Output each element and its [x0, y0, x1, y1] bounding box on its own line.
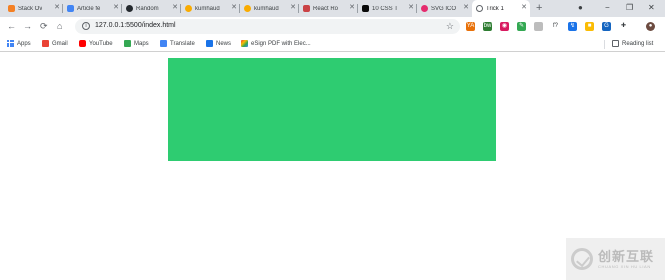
react-router-icon [303, 5, 310, 12]
ext-puzzle-icon[interactable]: ✚ [619, 22, 628, 31]
tab-close-icon[interactable]: ✕ [172, 4, 178, 12]
tab-label: SVG ICO [431, 5, 457, 12]
reload-button[interactable]: ⟳ [40, 21, 48, 31]
tab-react-router[interactable]: React Ro ✕ [299, 0, 358, 17]
gmail-icon [42, 40, 49, 47]
tab-close-icon[interactable]: ✕ [349, 4, 355, 12]
back-button[interactable]: ← [7, 21, 16, 31]
bookmark-apps[interactable]: Apps [7, 40, 31, 47]
bookmark-label: YouTube [89, 40, 113, 47]
maximize-button[interactable]: ❐ [626, 3, 633, 13]
tab-close-icon[interactable]: ✕ [408, 4, 414, 12]
tab-label: React Ro [313, 5, 339, 12]
ext-multicolor-icon[interactable]: ■ [585, 22, 594, 31]
ext-bw-icon[interactable]: bw [483, 22, 492, 31]
translate-icon [160, 40, 167, 47]
tab-close-icon[interactable]: ✕ [231, 4, 237, 12]
ext-orange-icon[interactable]: YA [466, 22, 475, 31]
tab-stack-overflow[interactable]: Stack Ov ✕ [4, 0, 63, 17]
tab-strip: Stack Ov ✕ Article fe ✕ Random ✕ kumhaud… [0, 0, 665, 17]
reading-list-label: Reading list [622, 40, 654, 47]
green-box [168, 58, 496, 161]
emoji-icon [185, 5, 192, 12]
tab-label: Random [136, 5, 159, 12]
tab-kumhaud-2[interactable]: kumhaud ✕ [240, 0, 299, 17]
tab-article[interactable]: Article fe ✕ [63, 0, 122, 17]
home-button[interactable]: ⌂ [57, 21, 62, 31]
tab-label: kumhaud [254, 5, 279, 12]
reading-list-icon [612, 40, 619, 47]
tab-label: Trick 1 [486, 5, 504, 12]
bookmark-label: Gmail [52, 40, 68, 47]
ext-green-icon[interactable]: ✎ [517, 22, 526, 31]
site-info-icon[interactable]: i [82, 22, 90, 30]
browser-toolbar: ← → ⟳ ⌂ i 127.0.0.1:5500/index.html ☆ YA… [0, 17, 665, 36]
tab-label: 10 CSS T [372, 5, 398, 12]
tab-close-icon[interactable]: ✕ [521, 4, 527, 12]
bookmark-label: eSign PDF with Elec... [251, 40, 311, 47]
tab-kumhaud-1[interactable]: kumhaud ✕ [181, 0, 240, 17]
reading-list-button[interactable]: Reading list [612, 40, 653, 47]
ext-pink-icon[interactable]: ◉ [500, 22, 509, 31]
stackoverflow-icon [8, 5, 15, 12]
watermark-chinese: 创新互联 [598, 248, 655, 264]
watermark-logo-icon [571, 248, 593, 270]
url-text[interactable]: 127.0.0.1:5500/index.html [95, 22, 176, 29]
bookmark-news[interactable]: News [206, 40, 231, 47]
github-icon [126, 5, 133, 12]
tab-close-icon[interactable]: ✕ [113, 4, 119, 12]
watermark-text: 创新互联 CHUANG XIN HU LIAN [598, 249, 654, 270]
news-icon [206, 40, 213, 47]
youtube-icon [79, 40, 86, 47]
ext-blue-icon[interactable]: ↯ [568, 22, 577, 31]
tab-random[interactable]: Random ✕ [122, 0, 181, 17]
ext-grammar-icon[interactable]: G [602, 22, 611, 31]
bookmark-label: News [216, 40, 232, 47]
esign-icon [241, 40, 248, 47]
tab-close-icon[interactable]: ✕ [54, 4, 60, 12]
globe-icon [476, 5, 483, 12]
watermark: 创新互联 CHUANG XIN HU LIAN [566, 238, 665, 280]
forward-button[interactable]: → [23, 21, 32, 31]
bookmark-maps[interactable]: Maps [124, 40, 149, 47]
bookmark-youtube[interactable]: YouTube [79, 40, 113, 47]
bookmark-star-icon[interactable]: ☆ [446, 21, 454, 31]
bookmark-gmail[interactable]: Gmail [42, 40, 68, 47]
tab-css-tricks[interactable]: 10 CSS T ✕ [358, 0, 417, 17]
tab-label: Stack Ov [18, 5, 43, 12]
watermark-english: CHUANG XIN HU LIAN [598, 263, 651, 269]
tab-close-icon[interactable]: ✕ [290, 4, 296, 12]
apps-grid-icon [7, 40, 14, 47]
bookmark-label: Maps [134, 40, 149, 47]
tab-svg-icons[interactable]: SVG ICO ✕ [417, 0, 472, 17]
bookmarks-bar: Apps Gmail YouTube Maps Translate News e… [0, 36, 665, 52]
dev-icon [362, 5, 369, 12]
bookmarks-divider [604, 40, 605, 49]
bookmark-esign[interactable]: eSign PDF with Elec... [241, 40, 311, 47]
emoji-icon [244, 5, 251, 12]
maps-icon [124, 40, 131, 47]
profile-avatar[interactable]: ● [646, 22, 655, 31]
document-icon [67, 5, 74, 12]
minimize-button[interactable]: − [605, 3, 610, 13]
address-bar[interactable]: i 127.0.0.1:5500/index.html ☆ [75, 19, 460, 34]
ext-script-icon[interactable]: f? [551, 22, 560, 31]
record-icon[interactable]: ● [578, 3, 583, 13]
bookmark-label: Translate [170, 40, 195, 47]
tab-label: Article fe [77, 5, 101, 12]
bookmark-label: Apps [17, 40, 31, 47]
tab-trick-1[interactable]: Trick 1 ✕ [472, 0, 530, 17]
tab-label: kumhaud [195, 5, 220, 12]
ext-grey-icon[interactable] [534, 22, 543, 31]
tab-close-icon[interactable]: ✕ [463, 4, 469, 12]
svg-icon [421, 5, 428, 12]
new-tab-button[interactable]: + [536, 2, 542, 14]
bookmark-translate[interactable]: Translate [160, 40, 195, 47]
close-window-button[interactable]: ✕ [648, 3, 655, 13]
